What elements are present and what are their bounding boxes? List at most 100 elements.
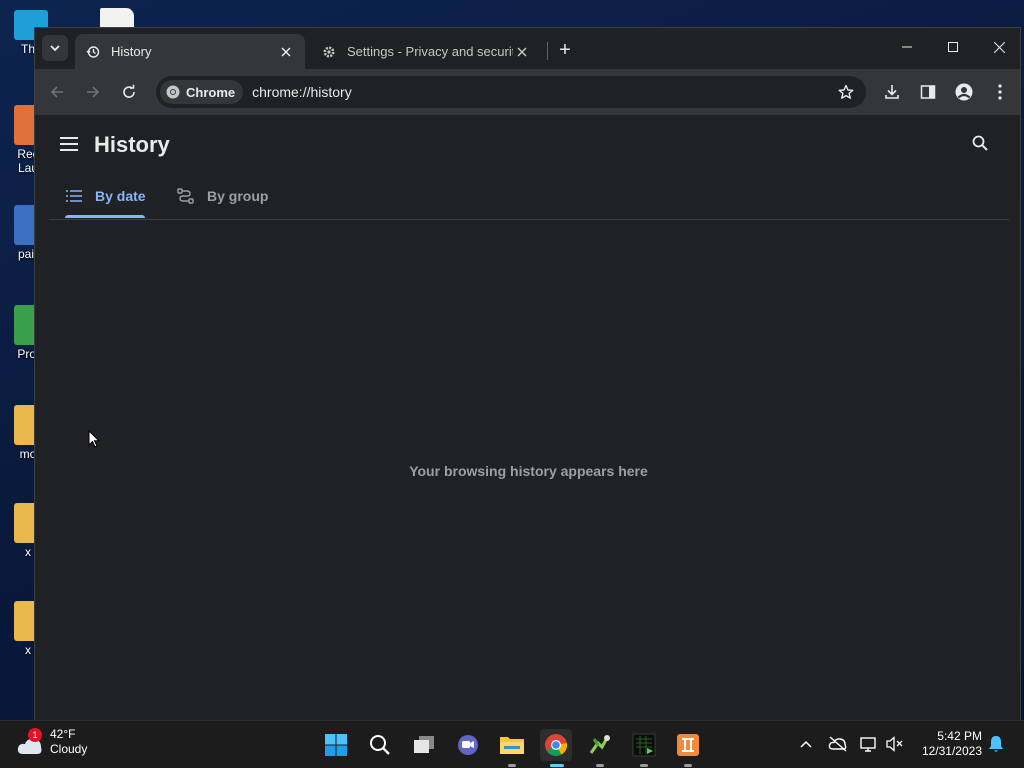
onedrive-button[interactable] bbox=[827, 733, 849, 755]
downloads-button[interactable] bbox=[878, 78, 906, 106]
weather-widget[interactable]: 1 42°F Cloudy bbox=[16, 727, 87, 757]
cloud-icon: 1 bbox=[16, 728, 44, 754]
toolbar: Chrome chrome://history bbox=[35, 69, 1020, 115]
reload-button[interactable] bbox=[115, 78, 143, 106]
show-hidden-icons-button[interactable] bbox=[795, 733, 817, 755]
chevron-up-icon bbox=[800, 740, 812, 748]
tab-separator bbox=[547, 42, 548, 60]
windows-logo-icon bbox=[325, 734, 347, 756]
running-indicator bbox=[508, 764, 516, 767]
cloud-offline-icon bbox=[828, 736, 847, 752]
clock[interactable]: 5:42 PM 12/31/2023 bbox=[922, 729, 982, 759]
weather-condition: Cloudy bbox=[50, 742, 88, 756]
close-window-button[interactable] bbox=[976, 28, 1022, 66]
chat-button[interactable] bbox=[452, 729, 484, 761]
profile-button[interactable] bbox=[950, 78, 978, 106]
group-icon bbox=[177, 187, 195, 205]
chevron-down-icon bbox=[50, 45, 60, 52]
main-menu-button[interactable] bbox=[57, 132, 81, 156]
terminal-button[interactable] bbox=[628, 729, 660, 767]
minimize-button[interactable] bbox=[884, 28, 930, 66]
tab-label: By date bbox=[95, 188, 146, 204]
active-indicator bbox=[550, 764, 564, 767]
tab-title: History bbox=[111, 44, 152, 59]
task-view-icon bbox=[414, 736, 434, 753]
bell-icon bbox=[989, 736, 1003, 752]
mouse-cursor-icon bbox=[88, 430, 100, 448]
file-explorer-button[interactable] bbox=[496, 729, 528, 767]
site-info-chip[interactable]: Chrome bbox=[160, 80, 244, 104]
chat-icon bbox=[458, 735, 478, 755]
notification-badge: 1 bbox=[28, 728, 42, 742]
divider bbox=[49, 219, 1009, 220]
maximize-icon bbox=[948, 42, 958, 52]
volume-button[interactable] bbox=[884, 733, 906, 755]
new-tab-button[interactable]: + bbox=[553, 38, 577, 62]
arrow-left-icon bbox=[50, 86, 63, 98]
python-app-button[interactable] bbox=[584, 729, 616, 767]
file-icon[interactable] bbox=[100, 8, 134, 28]
running-indicator bbox=[596, 764, 604, 767]
chip-label: Chrome bbox=[186, 84, 236, 100]
tab-by-date[interactable]: By date bbox=[65, 175, 146, 217]
search-icon bbox=[370, 735, 390, 755]
close-icon bbox=[517, 46, 527, 57]
search-history-button[interactable] bbox=[968, 131, 992, 155]
url-text[interactable]: chrome://history bbox=[252, 84, 832, 100]
network-button[interactable] bbox=[858, 733, 880, 755]
hamburger-icon bbox=[60, 137, 78, 151]
terminal-icon bbox=[632, 733, 656, 757]
tab-by-group[interactable]: By group bbox=[177, 175, 268, 217]
volume-muted-icon bbox=[886, 736, 903, 752]
close-icon bbox=[993, 41, 1005, 53]
bookmark-button[interactable] bbox=[832, 78, 860, 106]
taskbar-search-button[interactable] bbox=[364, 729, 396, 761]
task-view-button[interactable] bbox=[408, 729, 440, 761]
maximize-button[interactable] bbox=[930, 28, 976, 66]
back-button[interactable] bbox=[43, 78, 71, 106]
avatar-icon bbox=[955, 83, 973, 101]
running-indicator bbox=[640, 764, 648, 767]
gear-icon bbox=[321, 44, 337, 60]
clock-date: 12/31/2023 bbox=[921, 744, 982, 758]
minimize-icon bbox=[902, 46, 912, 48]
running-indicator bbox=[684, 764, 692, 767]
search-icon bbox=[972, 135, 988, 151]
kebab-menu-icon bbox=[998, 84, 1002, 100]
notifications-button[interactable] bbox=[985, 733, 1007, 755]
close-tab-button[interactable] bbox=[513, 43, 531, 61]
selected-tab-indicator bbox=[65, 215, 145, 218]
page-title: History bbox=[94, 132, 170, 157]
app-button[interactable] bbox=[672, 729, 704, 767]
chrome-window: History Settings - Privacy and security … bbox=[34, 27, 1021, 721]
tab-settings[interactable]: Settings - Privacy and security bbox=[311, 34, 541, 69]
weather-temp: 42°F bbox=[50, 727, 76, 741]
tab-title: Settings - Privacy and security bbox=[347, 44, 513, 59]
download-icon bbox=[885, 85, 899, 99]
list-icon bbox=[65, 187, 83, 205]
clock-time: 5:42 PM bbox=[937, 729, 982, 743]
star-icon bbox=[838, 84, 854, 99]
empty-history-message: Your browsing history appears here bbox=[409, 463, 648, 479]
history-page: History By date By group Your browsing h… bbox=[35, 115, 1020, 721]
chrome-taskbar-button[interactable] bbox=[540, 729, 572, 767]
arrow-right-icon bbox=[87, 86, 100, 98]
history-icon bbox=[85, 44, 101, 60]
weather-text: 42°F Cloudy bbox=[50, 727, 87, 757]
network-icon bbox=[860, 737, 876, 752]
close-tab-button[interactable] bbox=[277, 43, 295, 61]
reload-icon bbox=[123, 84, 135, 98]
python-icon bbox=[589, 735, 610, 754]
tab-label: By group bbox=[207, 188, 269, 204]
forward-button[interactable] bbox=[79, 78, 107, 106]
side-panel-icon bbox=[920, 85, 936, 99]
menu-button[interactable] bbox=[986, 78, 1014, 106]
omnibox[interactable]: Chrome chrome://history bbox=[156, 76, 866, 108]
side-panel-button[interactable] bbox=[914, 78, 942, 106]
tab-history[interactable]: History bbox=[75, 34, 305, 69]
tab-strip: History Settings - Privacy and security … bbox=[35, 28, 1020, 69]
folder-icon bbox=[500, 737, 524, 754]
tab-search-button[interactable] bbox=[42, 35, 68, 61]
close-icon bbox=[281, 46, 291, 57]
start-button[interactable] bbox=[320, 729, 352, 761]
